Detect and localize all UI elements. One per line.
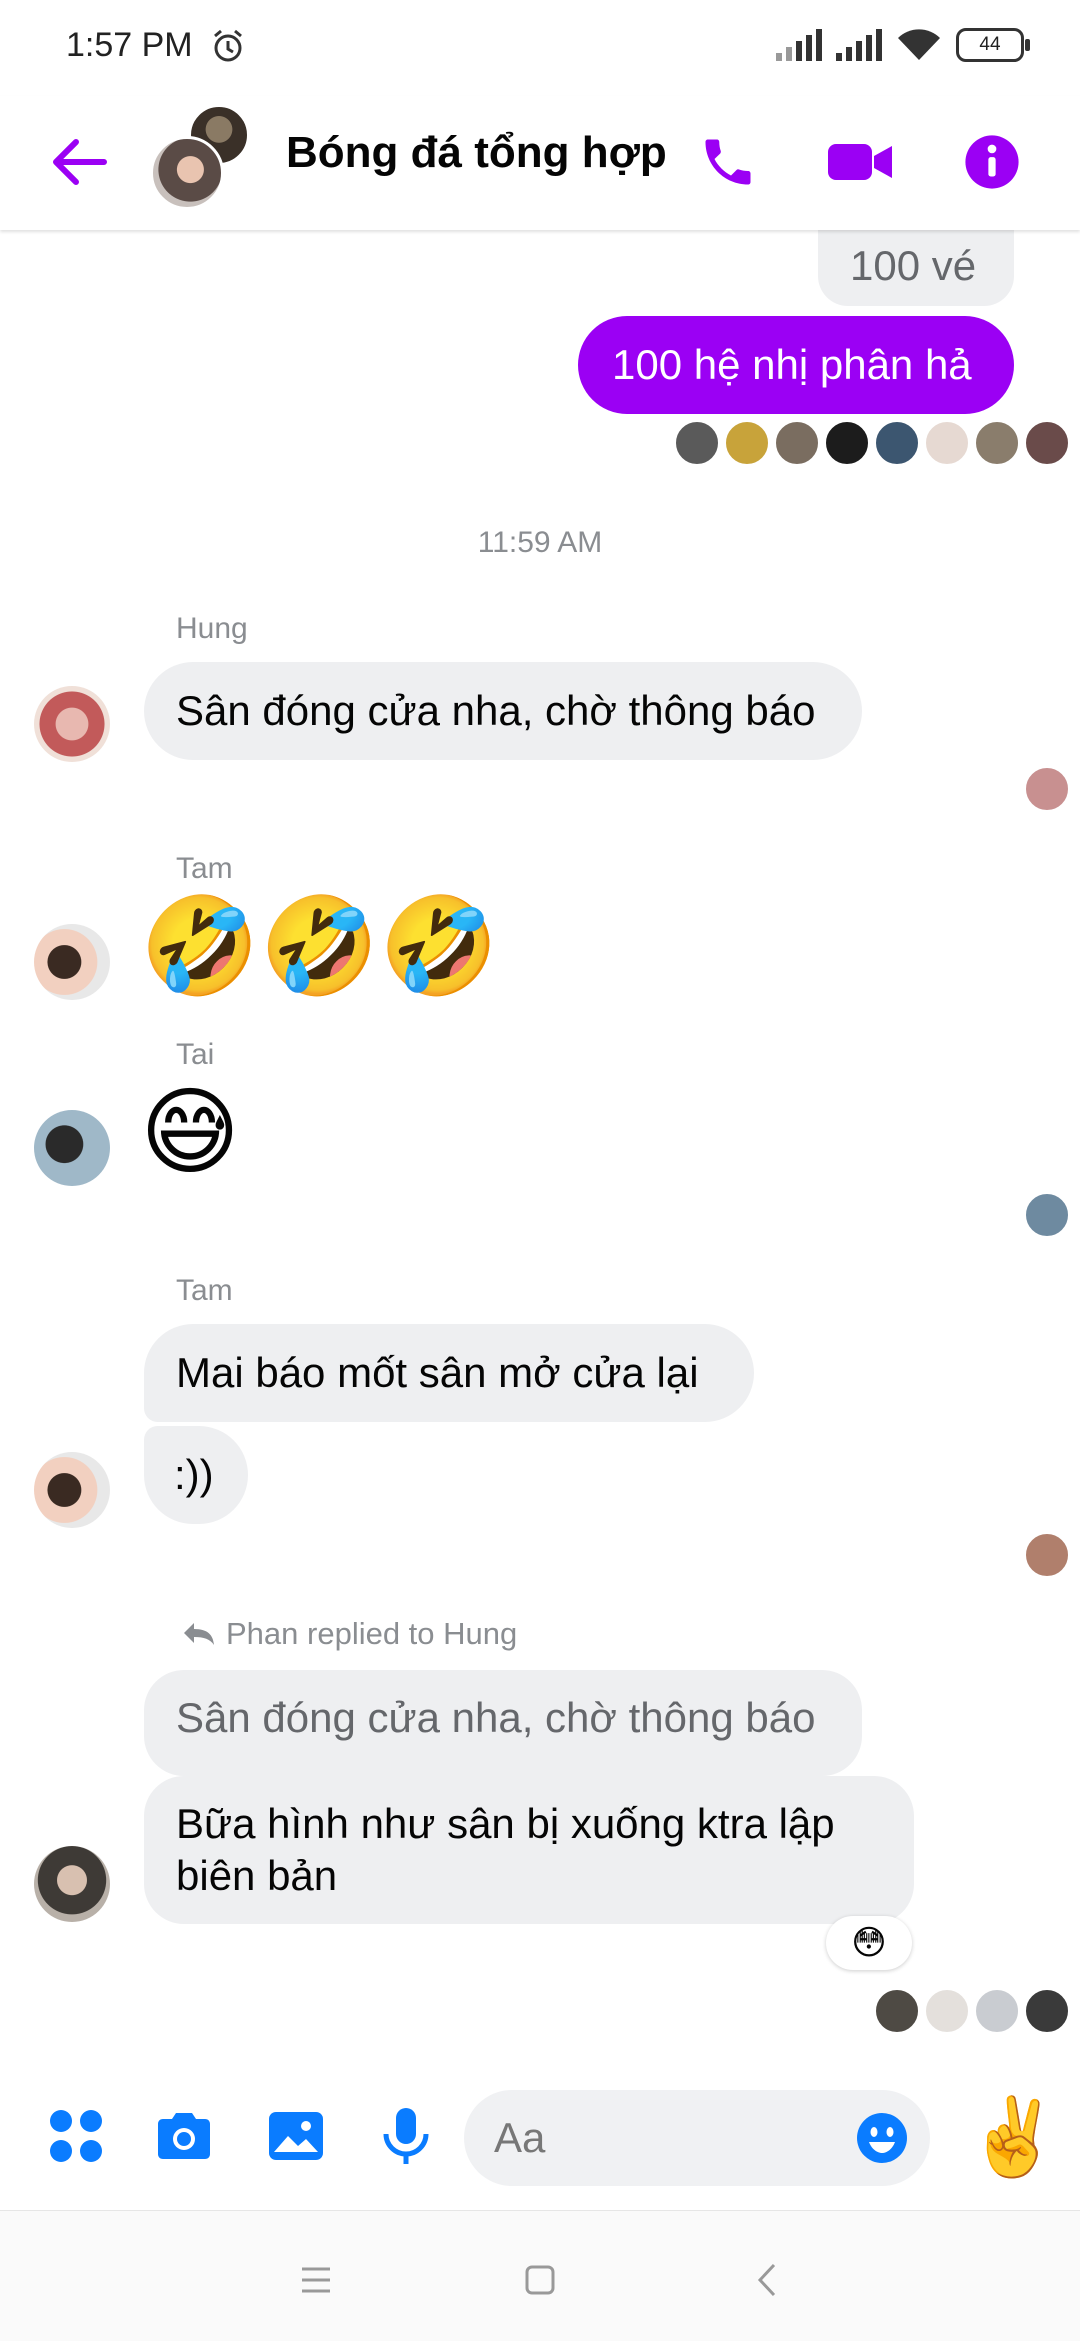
message-input[interactable]: Aa	[464, 2090, 930, 2186]
seen-avatar	[1024, 1532, 1070, 1578]
status-bar: 1:57 PM 44	[0, 0, 1080, 96]
seen-avatar	[874, 1988, 920, 2034]
conversation-title[interactable]: Bóng đá tổng hợp	[286, 128, 667, 178]
seen-avatar	[924, 1988, 970, 2034]
message-line: Bữa hình như sân bị xuống ktra lập	[176, 1800, 835, 1847]
back-icon[interactable]	[738, 2255, 798, 2305]
status-time: 1:57 PM	[66, 26, 193, 64]
emoji-message[interactable]: 🤣🤣🤣	[140, 892, 499, 1002]
battery-indicator: 44	[956, 28, 1030, 62]
received-message-bubble[interactable]: Mai báo mốt sân mở cửa lại	[144, 1324, 754, 1422]
system-nav-bar	[0, 2210, 1080, 2341]
sender-name: Tai	[176, 1038, 215, 1071]
seen-avatar	[924, 420, 970, 466]
info-icon	[965, 135, 1019, 189]
video-camera-icon	[828, 144, 892, 180]
emoji-message[interactable]: 😅	[140, 1078, 240, 1188]
wifi-icon	[898, 29, 940, 60]
seen-avatar	[874, 420, 920, 466]
received-message-bubble[interactable]: Sân đóng cửa nha, chờ thông báo	[144, 662, 862, 760]
sender-name: Tam	[176, 852, 233, 885]
seen-avatar	[974, 420, 1020, 466]
chat-header: Bóng đá tổng hợp	[0, 96, 1080, 230]
message-timestamp: 11:59 AM	[477, 526, 603, 559]
sender-name: Hung	[176, 612, 248, 645]
alarm-icon	[214, 29, 242, 62]
message-input-placeholder: Aa	[494, 2114, 546, 2161]
tam-avatar[interactable]	[34, 1452, 110, 1528]
member-avatar	[150, 136, 224, 210]
phone-icon	[705, 139, 751, 185]
seen-avatar	[1024, 1988, 1070, 2034]
seen-avatar	[674, 420, 720, 466]
seen-avatar	[1024, 420, 1070, 466]
video-call-button[interactable]	[820, 122, 900, 202]
message-list[interactable]: 100 vé 100 hệ nhị phân hả 11:59 AM Hung …	[0, 230, 1080, 2060]
received-message-bubble[interactable]: Bữa hình như sân bị xuống ktra lập biên …	[144, 1776, 914, 1924]
conversation-info-button[interactable]	[952, 122, 1032, 202]
seen-avatar	[724, 420, 770, 466]
hung-avatar[interactable]	[34, 686, 110, 762]
group-avatar[interactable]	[150, 104, 250, 210]
reply-indicator: Phan replied to Hung	[182, 1616, 517, 1652]
tam-avatar[interactable]	[34, 924, 110, 1000]
menu-icon[interactable]	[286, 2255, 346, 2305]
reply-arrow-icon	[184, 1623, 214, 1645]
received-message-bubble[interactable]: :))	[144, 1426, 248, 1524]
seen-avatar	[824, 420, 870, 466]
sent-message-bubble[interactable]: 100 hệ nhị phân hả	[578, 316, 1014, 414]
quoted-message-bubble[interactable]: Sân đóng cửa nha, chờ thông báo	[144, 1670, 862, 1776]
status-icons: 44	[776, 28, 1030, 62]
reply-quote-bubble[interactable]: 100 vé	[818, 230, 1014, 306]
quick-reaction-button[interactable]: ✌️	[966, 2098, 1061, 2178]
reaction-badge[interactable]: 😳	[826, 1916, 912, 1970]
sender-name: Tam	[176, 1274, 233, 1307]
phan-avatar[interactable]	[34, 1846, 110, 1922]
gallery-icon[interactable]	[266, 2106, 326, 2166]
home-icon[interactable]	[510, 2255, 570, 2305]
camera-icon[interactable]	[154, 2106, 214, 2166]
tai-avatar[interactable]	[34, 1110, 110, 1186]
reply-label-text: Phan replied to Hung	[226, 1616, 518, 1651]
apps-menu-icon[interactable]	[46, 2106, 106, 2166]
microphone-icon[interactable]	[376, 2106, 436, 2166]
seen-avatar	[974, 1988, 1020, 2034]
emoji-icon[interactable]	[856, 2112, 908, 2164]
signal-1-icon	[776, 29, 822, 61]
seen-avatar	[1024, 766, 1070, 812]
seen-avatar	[774, 420, 820, 466]
signal-2-icon	[836, 29, 882, 61]
message-composer: Aa ✌️	[0, 2060, 1080, 2210]
seen-avatar	[1024, 1192, 1070, 1238]
back-arrow-icon[interactable]	[44, 126, 116, 198]
message-line: biên bản	[176, 1852, 338, 1899]
voice-call-button[interactable]	[688, 122, 768, 202]
